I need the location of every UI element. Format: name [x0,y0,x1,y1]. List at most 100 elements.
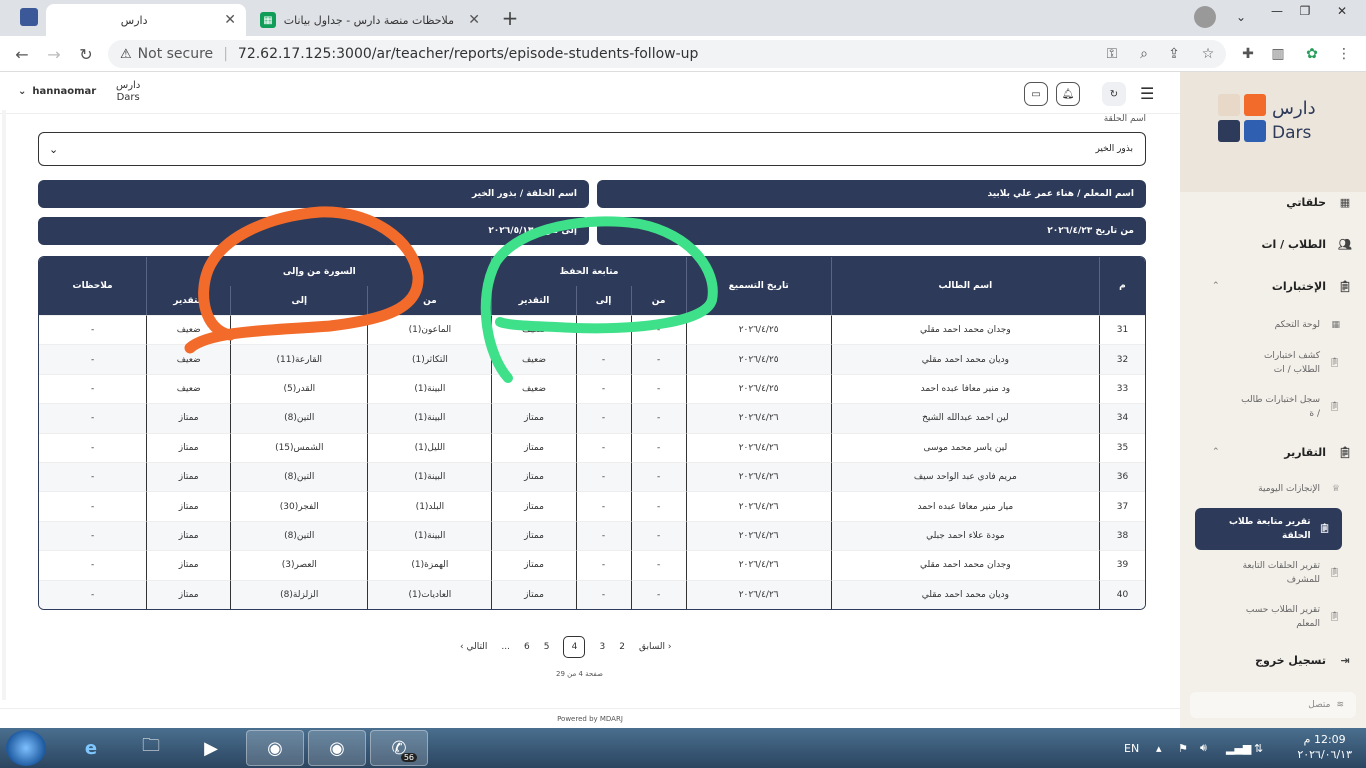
tab-dars[interactable]: دارس ✕ [46,4,246,36]
cell-date: ٢٠٢٦/٤/٢٦ [685,491,831,521]
logout-button[interactable]: تسجيل خروج ⇥ [1194,646,1354,674]
tray-signal-icon[interactable]: ▂▄▆ [1226,728,1251,768]
chrome-icon[interactable]: ◉ [308,730,366,766]
sidebar-item-label: تقرير الطلاب حسب المعلم [1245,605,1320,629]
cell-hifz-from: - [630,520,686,551]
whatsapp-icon[interactable]: ✆ 56 [370,730,428,766]
menu-dots-icon[interactable]: ⋮ [1334,44,1354,64]
sidebar-sub-dashboard[interactable]: لوحة التحكم ▦ [1200,318,1340,332]
sidebar-sub-by-teacher[interactable]: تقرير الطلاب حسب المعلم 📋︎ [1200,602,1340,632]
new-tab-button[interactable]: + [498,6,522,30]
tray-lang[interactable]: EN [1124,728,1139,768]
close-icon[interactable]: ✕ [224,12,236,28]
start-button[interactable] [6,730,46,766]
share-icon[interactable]: ⇪ [1164,44,1184,64]
cell-surah-to: العصر(3) [230,550,368,580]
star-icon[interactable]: ☆ [1198,44,1218,64]
extension-icon[interactable]: ✿ [1302,44,1322,64]
user-menu[interactable]: ⌄ hannaomar [18,86,96,97]
cell-hifz-grade: ضعيف [491,315,576,345]
sidebar-item-exams[interactable]: ⌃ الإختبارات 📋︎ [1194,272,1354,300]
col-date: تاريخ التسميع [685,257,831,315]
sidebar-item-label: الإنجازات اليومية [1258,484,1320,494]
sidebar-sub-daily[interactable]: الإنجازات اليومية ♕ [1200,482,1340,496]
cell-surah-grade: ممتاز [146,491,231,521]
sidepanel-icon[interactable]: ▥ [1268,44,1288,64]
cell-surah-grade: ممتاز [146,550,231,580]
cell-date: ٢٠٢٦/٤/٢٦ [685,403,831,433]
cell-hifz-from: - [630,579,686,609]
tray-flag-icon[interactable]: ⚑ [1178,728,1188,768]
cell-num: 32 [1098,344,1145,374]
page-3[interactable]: 3 [599,642,605,652]
media-player-icon[interactable]: ▶ [182,730,240,766]
cell-student-name: مودة علاء احمد جبلي [830,520,1099,551]
cell-hifz-grade: ضعيف [491,373,576,404]
cell-surah-to: التين(8) [230,461,368,492]
halqa-name-pill: اسم الحلقة / بذور الخير [38,180,589,208]
refresh-icon[interactable]: ↻ [1102,82,1126,106]
sidebar-item-my-halqas[interactable]: حلقاتي ▦ [1194,188,1354,216]
next-page-button[interactable]: التالي › [460,642,487,652]
back-icon[interactable]: ← [10,42,34,66]
chat-icon[interactable]: ▭ [1024,82,1048,106]
zoom-icon[interactable]: ⌕ [1134,44,1154,64]
chrome-icon[interactable]: ◉ [246,730,304,766]
sidebar-item-students[interactable]: الطلاب / ات 👥︎ [1194,230,1354,258]
profile-avatar[interactable] [1194,6,1216,28]
dars-logo: دارس Dars [1218,94,1316,143]
page-ellipsis: ... [501,642,511,652]
cell-date: ٢٠٢٦/٤/٢٦ [685,432,831,462]
chevron-down-icon: ⌄ [49,142,59,156]
hamburger-icon[interactable]: ☰ [1140,84,1154,103]
sidebar-item-reports[interactable]: ⌃ التقارير 📋︎ [1194,438,1354,466]
cell-surah-to: الفيل(5) [230,315,368,345]
scrollbar[interactable] [2,110,6,700]
sidebar-item-label: التقارير [1284,445,1326,459]
address-bar[interactable]: ⚠ Not secure | 72.62.17.125:3000/ar/teac… [108,40,1226,68]
page-6[interactable]: 6 [524,642,530,652]
tab-list-icon[interactable] [20,8,38,26]
sidebar-item-label: الإختبارات [1271,279,1326,293]
cell-surah-from: البينة(1) [367,461,492,492]
clipboard-icon: 📋︎ [1318,524,1330,534]
sidebar-sub-supervisor[interactable]: تقرير الحلقات التابعة للمشرف 📋︎ [1200,558,1340,588]
ie-icon[interactable]: e [62,730,120,766]
page-4-current[interactable]: 4 [563,636,586,658]
sidebar-sub-exam-log[interactable]: سجل اختبارات طالب / ة 📋︎ [1200,392,1340,422]
forward-icon[interactable]: → [42,42,66,66]
tab-search-icon[interactable]: ⌄ [1226,6,1256,28]
col-student: اسم الطالب [830,257,1099,315]
filter-label: اسم الحلقة [1103,114,1146,124]
clock[interactable]: 12:09 م ٢٠٢٦/٠٦/١٣ [1297,732,1352,762]
restore-icon[interactable]: ❐ [1290,0,1320,22]
halqa-select[interactable]: ⌄ بذور الخير [38,132,1146,166]
close-icon[interactable]: ✕ [468,12,480,28]
reload-icon[interactable]: ↻ [74,42,98,66]
tray-volume-icon[interactable]: 🔊︎ [1200,728,1207,768]
cell-hifz-from: - [630,432,686,462]
table-row: 32 وديان محمد احمد مقلي ٢٠٢٦/٤/٢٥- - ضعيف الت… [39,344,1145,374]
clock-time: 12:09 م [1303,733,1346,746]
table-row: 39 وجدان محمد احمد مقلي ٢٠٢٦/٤/٢٦- - ممتاز ال… [39,550,1145,580]
close-window-icon[interactable]: ✕ [1322,0,1362,22]
url-text: 72.62.17.125:3000/ar/teacher/reports/epi… [237,46,699,62]
tray-up-icon[interactable]: ▴ [1156,728,1162,768]
minimize-icon[interactable]: — [1262,0,1292,22]
key-icon[interactable]: ⚿ [1102,44,1122,64]
tray-network-icon[interactable]: ⇅ [1254,728,1263,768]
header-logo: دارس Dars [116,80,140,104]
prev-page-button[interactable]: ‹ السابق [639,642,672,652]
tab-sheets[interactable]: ▦ ملاحظات منصة دارس - جداول بيانات Googl… [250,4,490,36]
cell-surah-from: البينة(1) [367,520,492,551]
cell-notes: - [39,550,147,579]
bell-icon[interactable]: 🔔︎ [1056,82,1080,106]
status-label: متصل [1308,700,1331,710]
page-2[interactable]: 2 [619,642,625,652]
explorer-icon[interactable]: 🗀︎ [122,730,180,766]
sidebar-sub-exam-sheet[interactable]: كشف اختبارات الطلاب / ات 📋︎ [1200,348,1340,378]
extensions-icon[interactable]: ✚ [1238,44,1258,64]
sidebar-sub-followup-active[interactable]: تقرير متابعة طلاب الحلقة 📋︎ [1195,508,1342,550]
page-5[interactable]: 5 [544,642,550,652]
table-row: 37 ميار منير معافا عبده احمد ٢٠٢٦/٤/٢٦- - مم… [39,491,1145,521]
